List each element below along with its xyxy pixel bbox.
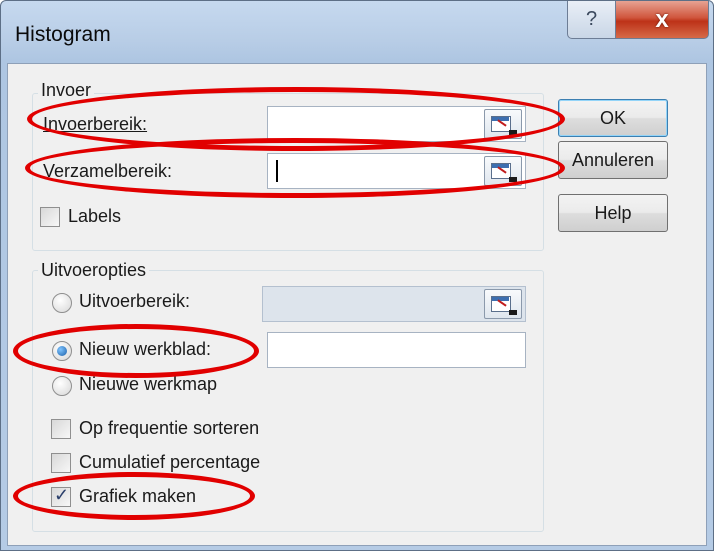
- dialog-body: Invoer Invoerbereik: Verzamelbereik: Lab…: [7, 63, 707, 546]
- title-help-button[interactable]: ?: [567, 1, 616, 39]
- labels-label: Labels: [68, 206, 122, 226]
- labels-checkbox[interactable]: [40, 207, 60, 227]
- close-icon: x: [655, 5, 669, 33]
- chart-checkbox[interactable]: ✓: [51, 485, 71, 507]
- bin-range-collapse-button[interactable]: [484, 156, 522, 186]
- new-sheet-radio[interactable]: [52, 341, 72, 361]
- new-workbook-label: Nieuwe werkmap: [79, 374, 218, 394]
- new-sheet-field[interactable]: [267, 332, 526, 368]
- dialog-title: Histogram: [15, 23, 111, 46]
- input-group-legend: Invoer: [38, 80, 95, 101]
- ok-button[interactable]: OK: [558, 99, 668, 137]
- question-mark-icon: ?: [585, 8, 598, 30]
- new-sheet-label: Nieuw werkblad:: [79, 339, 212, 359]
- input-range-label-text: Invoerbereik:: [43, 114, 148, 134]
- output-range-label: Uitvoerbereik:: [79, 291, 191, 311]
- title-close-button[interactable]: x: [615, 1, 709, 39]
- input-range-label: Invoerbereik:: [43, 114, 147, 135]
- pareto-checkbox[interactable]: [51, 419, 71, 439]
- output-range-radio[interactable]: [52, 293, 72, 313]
- bin-range-label: Verzamelbereik:: [43, 161, 173, 181]
- checkmark-icon: ✓: [54, 485, 70, 505]
- title-bar: Histogram ? x: [1, 1, 713, 69]
- cumulative-label: Cumulatief percentage: [79, 452, 261, 472]
- new-workbook-radio[interactable]: [52, 376, 72, 396]
- input-range-collapse-button[interactable]: [484, 109, 522, 139]
- help-button[interactable]: Help: [558, 194, 668, 232]
- output-range-collapse-button[interactable]: [484, 289, 522, 319]
- histogram-dialog: Histogram ? x Invoer Invoerbereik: Verza…: [0, 0, 714, 551]
- cumulative-checkbox[interactable]: [51, 453, 71, 473]
- chart-label: Grafiek maken: [79, 486, 197, 506]
- text-cursor: [276, 160, 278, 182]
- pareto-label: Op frequentie sorteren: [79, 418, 260, 438]
- output-group-legend: Uitvoeropties: [38, 260, 150, 281]
- cancel-button[interactable]: Annuleren: [558, 141, 668, 179]
- radio-selected-dot: [57, 346, 67, 356]
